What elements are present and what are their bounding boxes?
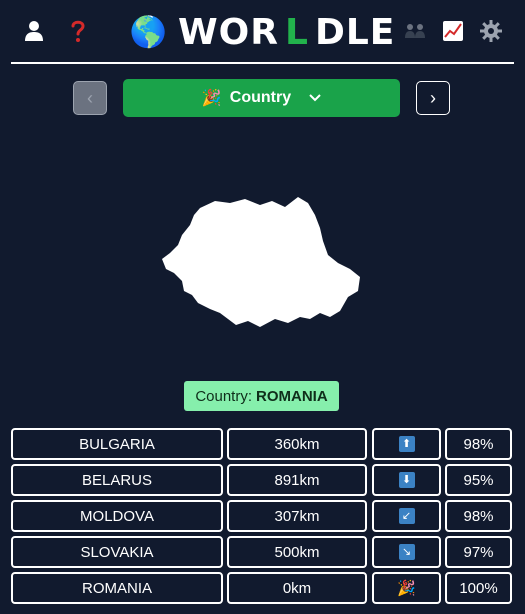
- title-accent: L: [285, 12, 309, 53]
- header: 🌎 WOR L DLE: [0, 0, 525, 64]
- people-icon[interactable]: [403, 18, 427, 44]
- guess-distance: 500km: [227, 536, 367, 568]
- guess-direction: ↘: [372, 536, 441, 568]
- next-button[interactable]: ›: [416, 81, 450, 115]
- chevron-left-icon: ‹: [87, 87, 93, 108]
- country-outline-map: [162, 197, 360, 327]
- guess-percent: 98%: [445, 428, 512, 460]
- guess-direction: ⬇: [372, 464, 441, 496]
- guess-distance: 891km: [227, 464, 367, 496]
- chevron-right-icon: ›: [430, 87, 436, 108]
- mode-nav: ‹ 🎉 Country ›: [0, 79, 525, 117]
- guess-row: MOLDOVA 307km ↙ 98%: [11, 500, 513, 536]
- stats-chart-icon[interactable]: [441, 18, 465, 44]
- guess-percent: 100%: [445, 572, 512, 604]
- answer-value: ROMANIA: [256, 387, 328, 405]
- guess-row: SLOVAKIA 500km ↘ 97%: [11, 536, 513, 572]
- guess-row: ROMANIA 0km 🎉 100%: [11, 572, 513, 608]
- guess-distance: 360km: [227, 428, 367, 460]
- guess-distance: 307km: [227, 500, 367, 532]
- guess-country: BELARUS: [11, 464, 223, 496]
- guess-country: BULGARIA: [11, 428, 223, 460]
- title-suffix: DLE: [314, 12, 396, 53]
- chevron-down-icon: [309, 91, 321, 105]
- mode-dropdown[interactable]: 🎉 Country: [123, 79, 400, 117]
- guess-row: BULGARIA 360km ⬆ 98%: [11, 428, 513, 464]
- title-prefix: WOR: [177, 12, 280, 53]
- arrow-down-icon: ⬇: [398, 472, 415, 488]
- answer-badge: Country: ROMANIA: [184, 381, 339, 411]
- arrow-up-icon: ⬆: [398, 436, 415, 452]
- guess-row: BELARUS 891km ⬇ 95%: [11, 464, 513, 500]
- guess-percent: 97%: [445, 536, 512, 568]
- guess-country: MOLDOVA: [11, 500, 223, 532]
- guess-direction: 🎉: [372, 572, 441, 604]
- mode-label: Country: [229, 89, 292, 106]
- guess-percent: 95%: [445, 464, 512, 496]
- party-popper-icon: 🎉: [397, 580, 416, 597]
- guess-direction: ↙: [372, 500, 441, 532]
- answer-label: Country:: [195, 387, 253, 405]
- header-divider: [11, 62, 514, 64]
- guess-distance: 0km: [227, 572, 367, 604]
- arrow-down-right-icon: ↘: [398, 544, 415, 560]
- arrow-down-left-icon: ↙: [398, 508, 415, 524]
- gear-icon[interactable]: [479, 18, 503, 44]
- prev-button[interactable]: ‹: [73, 81, 107, 115]
- header-right: [403, 18, 503, 44]
- guesses-table: BULGARIA 360km ⬆ 98% BELARUS 891km ⬇ 95%…: [11, 428, 513, 608]
- guess-direction: ⬆: [372, 428, 441, 460]
- guess-country: ROMANIA: [11, 572, 223, 604]
- guess-country: SLOVAKIA: [11, 536, 223, 568]
- globe-icon: 🌎: [129, 15, 168, 50]
- guess-percent: 98%: [445, 500, 512, 532]
- party-popper-icon: 🎉: [201, 90, 222, 107]
